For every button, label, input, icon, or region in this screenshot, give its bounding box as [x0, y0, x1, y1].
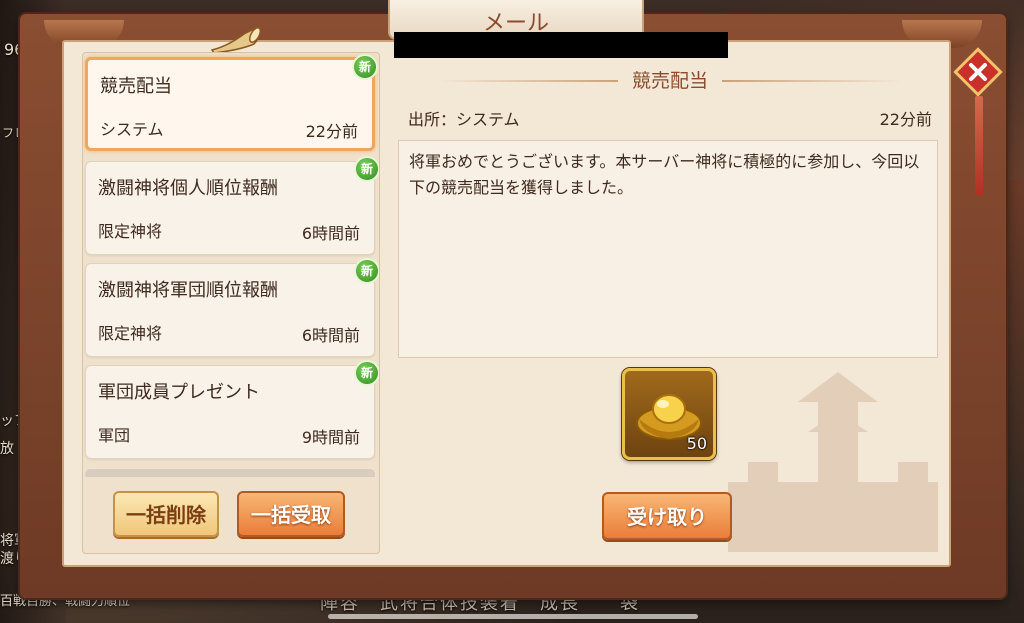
mail-item-time: 6時間前: [301, 326, 360, 345]
close-icon: [953, 47, 1003, 97]
mail-detail-sender: 出所：システム: [408, 110, 520, 129]
horn-icon: [210, 27, 262, 54]
mail-item-title: 激闘神将個人順位報酬: [98, 178, 278, 199]
mail-detail-panel: 競売配当 出所：システム 22分前 将軍おめでとうございます。本サーバー神将に積…: [398, 62, 942, 552]
mail-item-time: 6時間前: [301, 224, 360, 243]
close-button[interactable]: [952, 46, 1004, 98]
redacted-bar: [394, 32, 728, 58]
mail-detail-time: 22分前: [879, 110, 932, 129]
mail-item-legion-member-gift[interactable]: 軍団成員プレゼント 軍団 9時間前 新: [85, 360, 379, 459]
close-tassel: [975, 96, 983, 196]
mail-detail-title: 競売配当: [398, 66, 942, 96]
mail-item-sender: 限定神将: [98, 222, 163, 241]
new-badge-icon: 新: [354, 258, 379, 284]
city-wall-watermark: [728, 372, 938, 552]
mail-item-title: 競売配当: [100, 76, 172, 97]
receive-all-button[interactable]: 一括受取: [237, 491, 345, 537]
mail-item-time: 22分前: [305, 122, 358, 141]
mail-item-sender: 限定神将: [98, 324, 163, 343]
mail-item-sender: システム: [100, 120, 164, 139]
receive-button[interactable]: 受け取り: [602, 492, 732, 540]
new-badge-icon: 新: [354, 156, 379, 182]
mail-item-partial: [85, 469, 375, 477]
home-indicator: [328, 614, 698, 619]
mail-detail-body: 将軍おめでとうございます。本サーバー神将に積極的に参加し、今回以下の競売配当を獲…: [398, 140, 938, 358]
mail-item-individual-rank-reward[interactable]: 激闘神将個人順位報酬 限定神将 6時間前 新: [85, 156, 379, 255]
mail-item-title: 軍団成員プレゼント: [98, 382, 260, 403]
delete-all-button[interactable]: 一括削除: [113, 491, 219, 537]
background-release-label: 放: [0, 441, 14, 457]
mail-item-auction-dividend[interactable]: 競売配当 システム 22分前 新: [85, 54, 378, 151]
mail-item-legion-rank-reward[interactable]: 激闘神将軍団順位報酬 限定神将 6時間前 新: [85, 258, 379, 357]
reward-item-slot[interactable]: 50: [622, 368, 716, 460]
mail-list[interactable]: 競売配当 システム 22分前 新 激闘神将個人順位報酬 限定神将 6時間前 新 …: [83, 53, 379, 477]
mail-item-sender: 軍団: [98, 426, 131, 445]
mail-item-title: 激闘神将軍団順位報酬: [98, 280, 278, 301]
new-badge-icon: 新: [354, 360, 379, 386]
reward-count: 50: [686, 434, 707, 453]
new-badge-icon: 新: [352, 54, 378, 80]
mail-list-panel: 競売配当 システム 22分前 新 激闘神将個人順位報酬 限定神将 6時間前 新 …: [82, 52, 380, 554]
mail-item-time: 9時間前: [301, 428, 360, 447]
